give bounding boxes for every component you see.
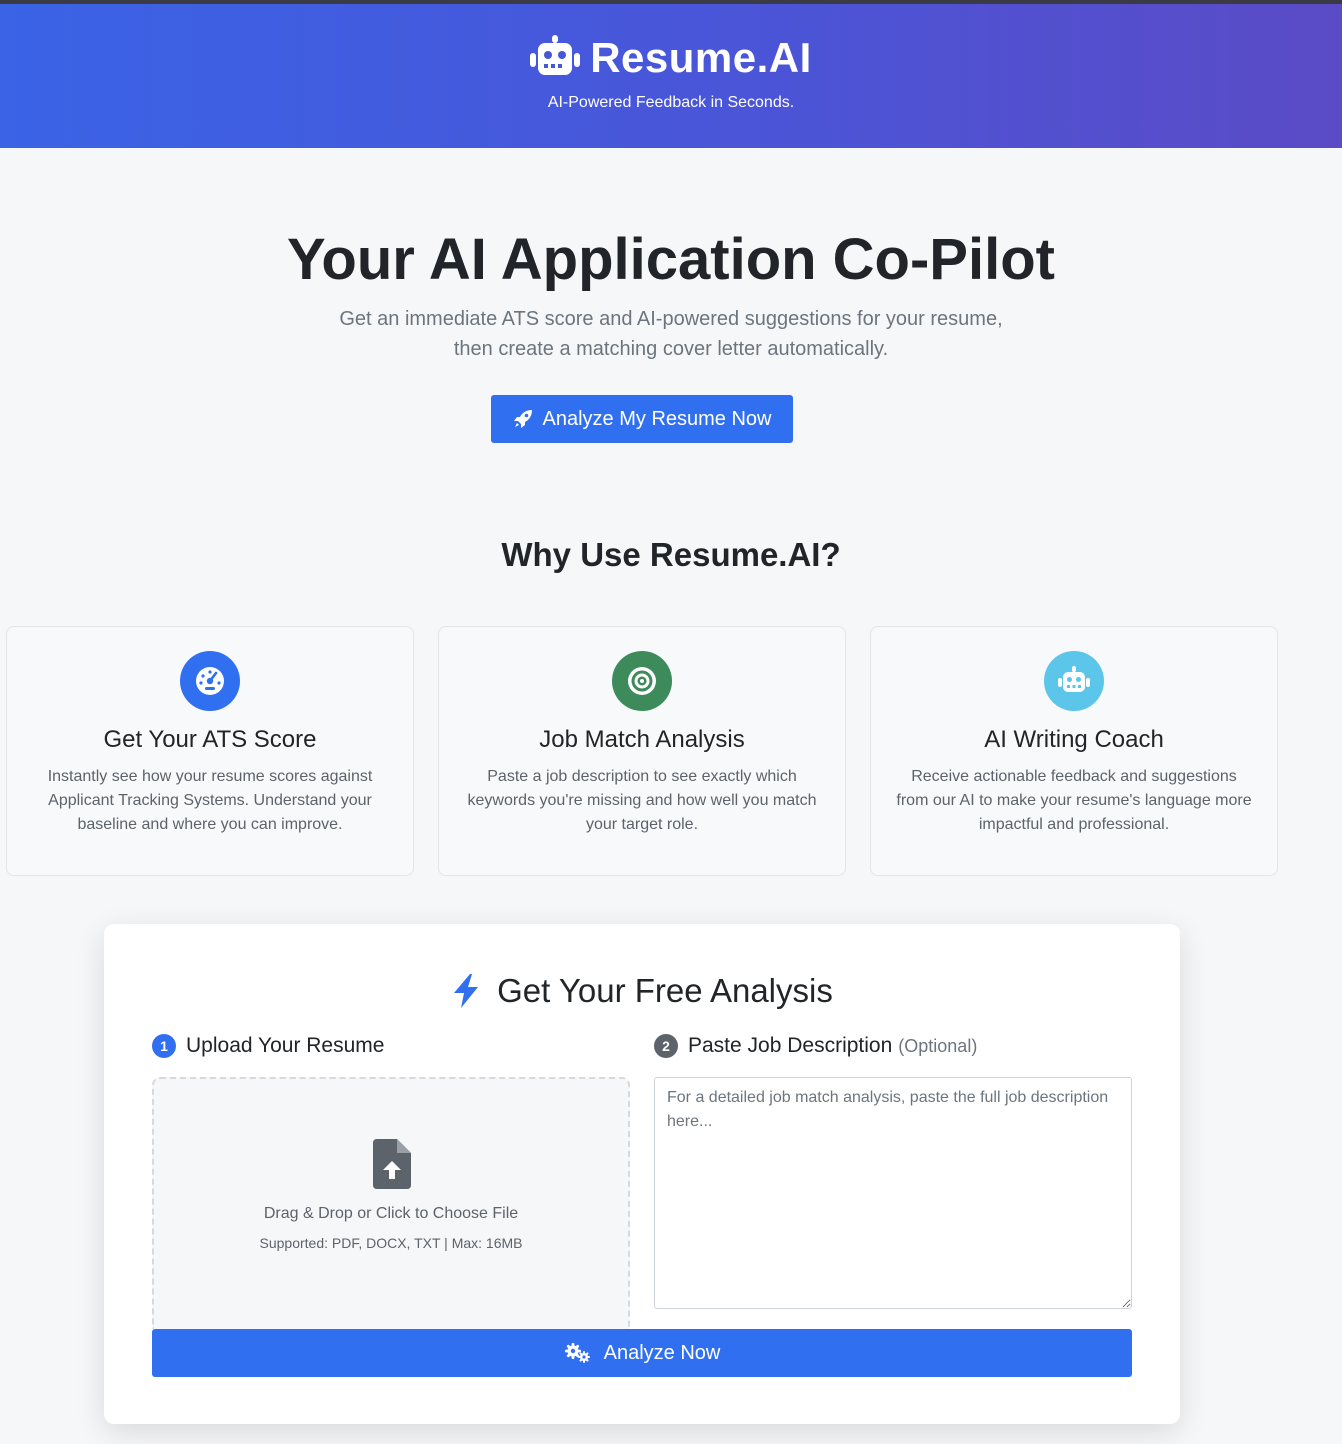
feature-card-ats-score: Get Your ATS Score Instantly see how you… xyxy=(6,626,414,876)
feature-description: Paste a job description to see exactly w… xyxy=(467,768,817,833)
target-icon xyxy=(628,667,656,695)
analysis-title: Get Your Free Analysis xyxy=(104,972,1180,1010)
analyze-now-button[interactable]: Analyze Now xyxy=(152,1329,1132,1377)
feature-title: AI Writing Coach xyxy=(984,726,1164,753)
dropzone-subtext: Supported: PDF, DOCX, TXT | Max: 16MB xyxy=(259,1235,523,1251)
feature-card-ai-coach: AI Writing Coach Receive actionable feed… xyxy=(870,626,1278,876)
analyze-my-resume-label: Analyze My Resume Now xyxy=(542,407,772,430)
analyze-now-label: Analyze Now xyxy=(603,1341,721,1364)
hero-subtitle: Get an immediate ATS score and AI-powere… xyxy=(339,308,1003,360)
brand[interactable]: Resume.AI xyxy=(0,34,1342,82)
feature-icon-bg xyxy=(1044,651,1104,711)
step-job-description-text: Paste Job Description xyxy=(688,1034,893,1057)
analysis-panel: Get Your Free Analysis 1 Upload Your Res… xyxy=(104,924,1180,1424)
rocket-icon xyxy=(513,410,532,428)
step-upload-text: Upload Your Resume xyxy=(186,1034,385,1057)
step-upload-label: 1 Upload Your Resume xyxy=(152,1034,384,1058)
robot-icon xyxy=(530,35,581,75)
brand-name: Resume.AI xyxy=(590,34,812,81)
site-header: Resume.AI AI-Powered Feedback in Seconds… xyxy=(0,4,1342,148)
hero-title: Your AI Application Co-Pilot xyxy=(287,227,1055,292)
bolt-icon xyxy=(454,974,479,1008)
job-description-input[interactable] xyxy=(654,1077,1132,1309)
optional-tag: (Optional) xyxy=(898,1035,978,1056)
step-number-badge: 2 xyxy=(654,1034,678,1058)
file-upload-icon xyxy=(373,1139,411,1189)
step-number-badge: 1 xyxy=(152,1034,176,1058)
why-title: Why Use Resume.AI? xyxy=(501,536,841,573)
feature-title: Job Match Analysis xyxy=(539,726,745,753)
feature-icon-bg xyxy=(612,651,672,711)
feature-card-job-match: Job Match Analysis Paste a job descripti… xyxy=(438,626,846,876)
feature-title: Get Your ATS Score xyxy=(103,726,317,753)
gears-icon xyxy=(564,1343,590,1363)
tagline: AI-Powered Feedback in Seconds. xyxy=(547,94,795,111)
feature-description: Receive actionable feedback and suggesti… xyxy=(896,768,1252,833)
resume-dropzone[interactable]: Drag & Drop or Click to Choose File Supp… xyxy=(152,1077,630,1329)
feature-description: Instantly see how your resume scores aga… xyxy=(47,768,373,833)
analyze-my-resume-button[interactable]: Analyze My Resume Now xyxy=(491,395,793,443)
analysis-title-text: Get Your Free Analysis xyxy=(497,972,833,1009)
gauge-icon xyxy=(196,667,224,695)
robot-icon xyxy=(1058,666,1090,692)
feature-icon-bg xyxy=(180,651,240,711)
step-job-description-label: 2 Paste Job Description (Optional) xyxy=(654,1034,977,1058)
dropzone-text: Drag & Drop or Click to Choose File xyxy=(263,1205,519,1222)
